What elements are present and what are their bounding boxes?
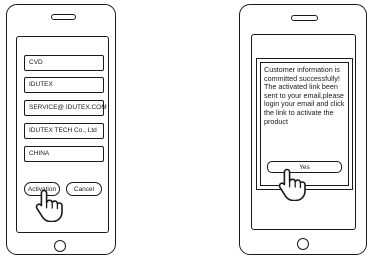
home-button[interactable] bbox=[297, 238, 309, 250]
email-field[interactable]: SERVICE@ IDUTEX.COM bbox=[24, 100, 107, 116]
country-field[interactable]: CHINA bbox=[24, 146, 104, 162]
home-button[interactable] bbox=[54, 240, 66, 252]
company-full-name-field[interactable]: IDUTEX TECH Co., Ltd bbox=[24, 123, 104, 139]
speaker-slot bbox=[51, 14, 76, 20]
left-screen: CVD IDUTEX SERVICE@ IDUTEX.COM IDUTEX TE… bbox=[16, 36, 109, 233]
name-field[interactable]: CVD bbox=[24, 55, 104, 71]
speaker-slot bbox=[291, 15, 318, 21]
right-screen: Customer information is committed succes… bbox=[251, 34, 356, 230]
cancel-button[interactable]: Cancel bbox=[66, 182, 102, 196]
left-phone: CVD IDUTEX SERVICE@ IDUTEX.COM IDUTEX TE… bbox=[6, 4, 116, 255]
company-field[interactable]: IDUTEX bbox=[24, 77, 104, 93]
right-phone: Customer information is committed succes… bbox=[239, 4, 367, 255]
hand-pointer-icon bbox=[278, 168, 306, 201]
hand-pointer-icon bbox=[35, 189, 63, 222]
dialog-message: Customer information is committed succes… bbox=[264, 65, 345, 126]
